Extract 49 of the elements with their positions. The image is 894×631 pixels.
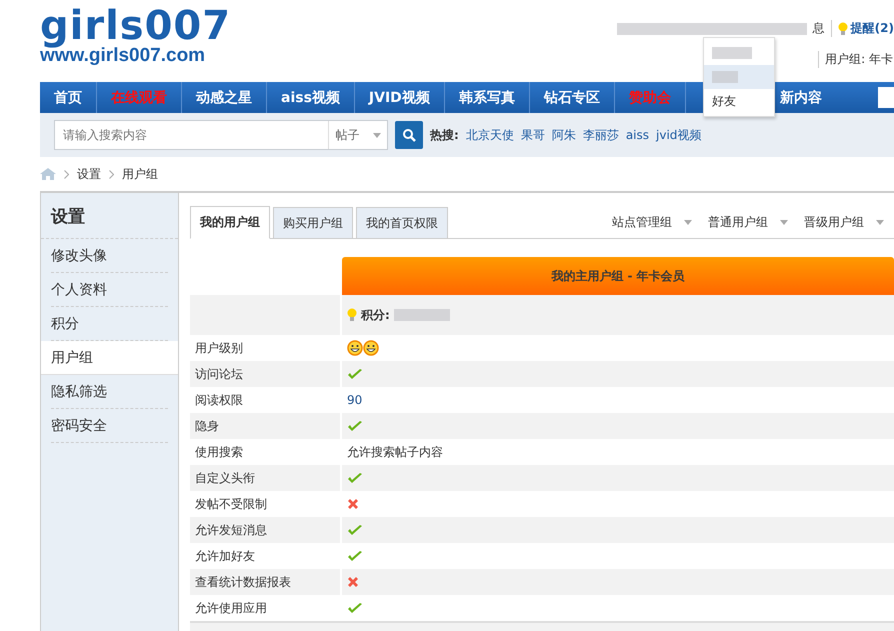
sidebar-item[interactable]: 修改头像: [51, 239, 168, 273]
chevron-icon: [64, 170, 69, 178]
search-icon: [402, 128, 416, 142]
permission-label: 隐身: [190, 413, 342, 439]
messages-link[interactable]: 息: [812, 20, 825, 37]
hot-search-label: 热搜:: [430, 126, 459, 144]
breadcrumb-link[interactable]: 设置: [77, 166, 101, 182]
site-url: www.girls007.com: [40, 46, 206, 66]
search-scope-dropdown[interactable]: 帖子: [328, 121, 387, 149]
reminders-link[interactable]: 提醒(2): [830, 20, 894, 37]
hot-search-link[interactable]: 李丽莎: [582, 126, 619, 144]
group-dropdown[interactable]: 普通用户组: [708, 214, 788, 230]
smiley-icon: [347, 340, 363, 356]
blurred-text: [394, 309, 450, 321]
user-group-text: 用户组: 年卡: [818, 51, 893, 68]
sidebar-item[interactable]: 隐私筛选: [51, 375, 168, 409]
tab[interactable]: 购买用户组: [273, 207, 353, 239]
lightbulb-icon: [838, 22, 848, 36]
permission-label: 自定义头衔: [190, 465, 342, 491]
sidebar-title: 设置: [41, 193, 178, 239]
permission-label: 访问论坛: [190, 361, 342, 387]
group-dropdown[interactable]: 晋级用户组: [804, 214, 884, 230]
hot-search-link[interactable]: aiss: [626, 128, 650, 142]
tab[interactable]: 我的用户组: [190, 206, 270, 239]
hot-search-link[interactable]: jvid视频: [656, 126, 702, 144]
sidebar-item[interactable]: 密码安全: [51, 409, 168, 443]
permission-value: 允许搜索帖子内容: [347, 444, 443, 460]
hot-search-link[interactable]: 北京天使: [466, 126, 514, 144]
group-header: 我的主用户组 - 年卡会员: [342, 257, 894, 295]
sidebar-item[interactable]: 个人资料: [51, 273, 168, 307]
sidebar-item[interactable]: 用户组: [41, 341, 178, 375]
permission-label: 允许发短消息: [190, 517, 342, 543]
permission-value: 90: [347, 393, 362, 407]
menu-item[interactable]: [704, 65, 774, 89]
home-icon[interactable]: [40, 168, 56, 180]
chevron-icon: [109, 170, 114, 178]
hot-search-link[interactable]: 阿朱: [552, 126, 576, 144]
site-logo[interactable]: girls007: [40, 6, 232, 46]
hot-search-link[interactable]: 果哥: [520, 126, 545, 144]
lightbulb-icon: [347, 308, 357, 322]
group-dropdown[interactable]: 站点管理组: [612, 214, 692, 230]
smiley-icon: [363, 340, 379, 356]
permission-label: 查看统计数据报表: [190, 569, 342, 595]
search-button[interactable]: [395, 121, 423, 149]
tab[interactable]: 我的首页权限: [356, 207, 448, 239]
breadcrumb-link[interactable]: 用户组: [122, 166, 158, 182]
points-label: 积分:: [361, 306, 390, 324]
menu-item[interactable]: 好友: [704, 89, 774, 113]
search-field[interactable]: 请输入搜索内容 帖子: [54, 120, 388, 150]
